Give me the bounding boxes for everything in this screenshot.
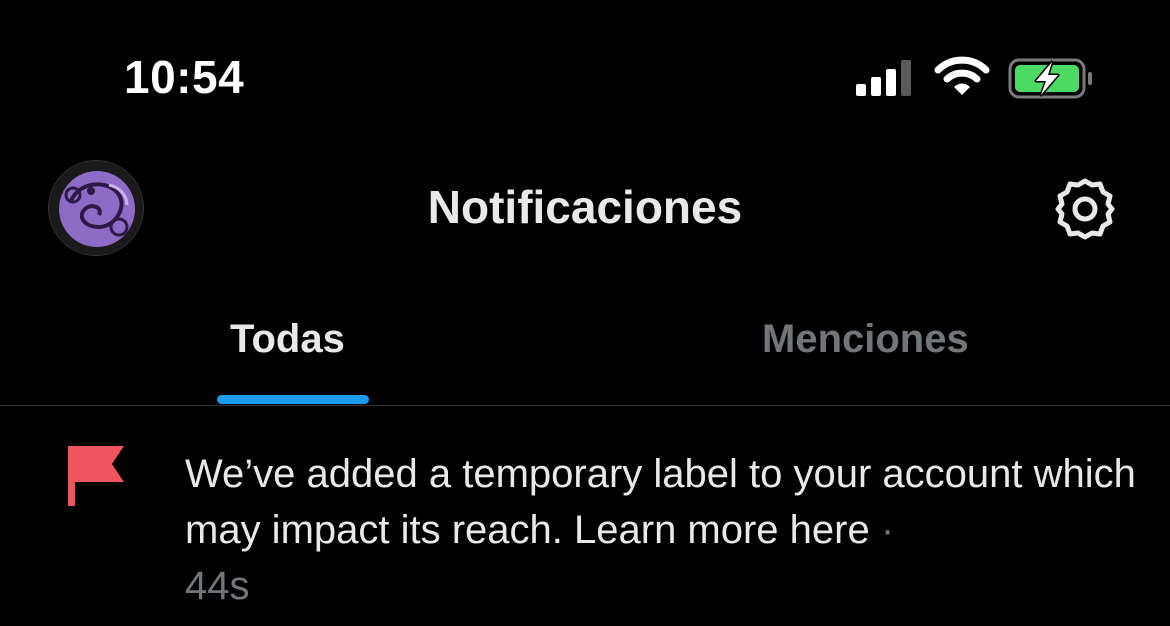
tab-bar: Todas Menciones [0, 285, 1170, 406]
gear-icon [1055, 178, 1115, 240]
flag-icon [68, 446, 124, 506]
signal-icon [856, 60, 911, 96]
status-time: 10:54 [124, 51, 245, 103]
notification-item[interactable]: We’ve added a temporary label to your ac… [0, 406, 1170, 626]
page-title: Notificaciones [427, 181, 743, 233]
battery-charging-icon [1008, 58, 1092, 99]
notification-text: We’ve added a temporary label to your ac… [185, 446, 1145, 614]
header: Notificaciones [0, 150, 1170, 270]
status-bar: 10:54 [0, 0, 1170, 150]
tab-mentions-label: Menciones [762, 317, 969, 361]
tab-selected-indicator [217, 395, 369, 404]
wifi-icon [934, 56, 990, 95]
notification-time: 44s [185, 564, 250, 608]
notification-separator: · [869, 508, 895, 552]
tab-all-label: Todas [230, 317, 345, 361]
notification-message: We’ve added a temporary label to your ac… [185, 452, 1136, 552]
tab-all[interactable]: Todas [0, 285, 585, 405]
settings-button[interactable] [1052, 176, 1118, 242]
tab-mentions[interactable]: Menciones [585, 285, 1170, 405]
